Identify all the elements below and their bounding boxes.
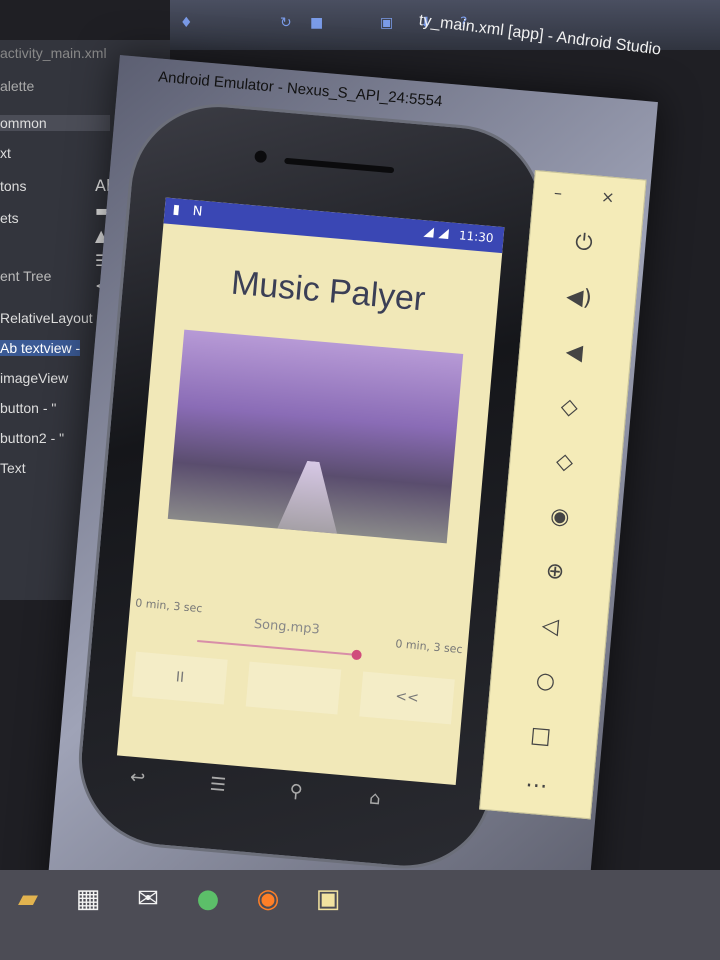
palette-label: alette xyxy=(0,78,35,94)
search-nav-icon[interactable]: ⚲ xyxy=(289,781,304,803)
home-nav-icon[interactable]: ⌂ xyxy=(368,788,381,810)
windows-taskbar: ▰ ▦ ✉ ● ◉ ▣ xyxy=(0,870,720,960)
tree-textview[interactable]: Ab textview - xyxy=(0,340,81,356)
status-bar: ▮ N ◢ ◢ 11:30 xyxy=(163,197,505,254)
store-icon[interactable]: ▦ xyxy=(70,884,106,920)
album-path xyxy=(277,459,343,534)
signal-icon: ◢ xyxy=(438,225,450,242)
front-camera xyxy=(254,150,268,164)
phone-frame: ▮ N ◢ ◢ 11:30 Music Palyer 0 min, 3 sec … xyxy=(71,96,551,877)
power-icon[interactable]: ⏻ xyxy=(569,229,599,256)
mail-icon[interactable]: ✉ xyxy=(130,884,166,920)
app-icon-green[interactable]: ● xyxy=(190,884,226,920)
palette-category-common[interactable]: ommon xyxy=(0,115,110,131)
sync-icon[interactable]: ↻ xyxy=(280,15,298,33)
stop-icon[interactable]: ■ xyxy=(310,15,328,33)
close-button[interactable]: × xyxy=(593,186,623,207)
rotate-right-icon[interactable]: ◇ xyxy=(550,449,580,476)
tree-relativelayout[interactable]: RelativeLayout xyxy=(0,310,93,326)
play-button[interactable] xyxy=(245,661,342,715)
home-icon[interactable]: ○ xyxy=(530,668,560,695)
speaker-grille xyxy=(284,157,395,174)
tree-button[interactable]: button - " xyxy=(0,400,56,416)
song-name: Song.mp3 xyxy=(253,616,321,638)
run-icon[interactable]: ♦ xyxy=(180,15,198,33)
palette-category-buttons[interactable]: tons xyxy=(0,178,26,194)
volume-down-icon[interactable]: ◀ xyxy=(559,339,589,366)
sd-card-icon: ▮ xyxy=(172,202,181,218)
tree-imageview[interactable]: imageView xyxy=(0,370,68,386)
avd-manager-icon[interactable]: ▣ xyxy=(380,15,398,33)
elapsed-time: 0 min, 3 sec xyxy=(134,596,203,616)
menu-nav-icon[interactable]: ☰ xyxy=(209,774,227,796)
tree-text-tab[interactable]: Text xyxy=(0,460,26,476)
status-time: 11:30 xyxy=(458,228,495,246)
tree-button2[interactable]: button2 - " xyxy=(0,430,64,446)
overview-icon[interactable]: □ xyxy=(526,722,556,750)
playback-controls: II << xyxy=(122,651,465,725)
camera-icon[interactable]: ◉ xyxy=(545,503,575,531)
emulator-title: Android Emulator - Nexus_S_API_24:5554 xyxy=(157,68,444,111)
seek-thumb[interactable] xyxy=(351,649,363,661)
component-tree-label: ent Tree xyxy=(0,268,52,284)
firefox-icon[interactable]: ◉ xyxy=(250,884,286,920)
app-icon-yellow[interactable]: ▣ xyxy=(310,884,346,920)
rewind-button[interactable]: << xyxy=(359,671,455,725)
app-title: Music Palyer xyxy=(229,263,427,319)
zoom-icon[interactable]: ⊕ xyxy=(540,558,570,586)
file-tab[interactable]: activity_main.xml xyxy=(0,45,107,61)
folder-icon[interactable]: ▰ xyxy=(10,884,46,920)
minimize-button[interactable]: – xyxy=(543,182,573,203)
palette-category-text[interactable]: xt xyxy=(0,145,11,161)
seek-bar[interactable] xyxy=(197,639,363,661)
volume-up-icon[interactable]: ◀) xyxy=(564,284,594,311)
pause-button[interactable]: II xyxy=(132,651,228,705)
rotate-left-icon[interactable]: ◇ xyxy=(554,394,584,421)
device-screen[interactable]: ▮ N ◢ ◢ 11:30 Music Palyer 0 min, 3 sec … xyxy=(116,197,505,786)
album-art-image xyxy=(167,329,464,544)
back-icon[interactable]: ◁ xyxy=(535,613,565,640)
palette-category-widgets[interactable]: ets xyxy=(0,210,19,226)
back-nav-icon[interactable]: ↩ xyxy=(129,767,146,789)
wifi-icon: ◢ xyxy=(423,224,435,240)
notification-icon: N xyxy=(191,203,203,220)
more-icon[interactable]: ⋯ xyxy=(521,772,551,800)
total-time: 0 min, 3 sec xyxy=(394,637,464,657)
